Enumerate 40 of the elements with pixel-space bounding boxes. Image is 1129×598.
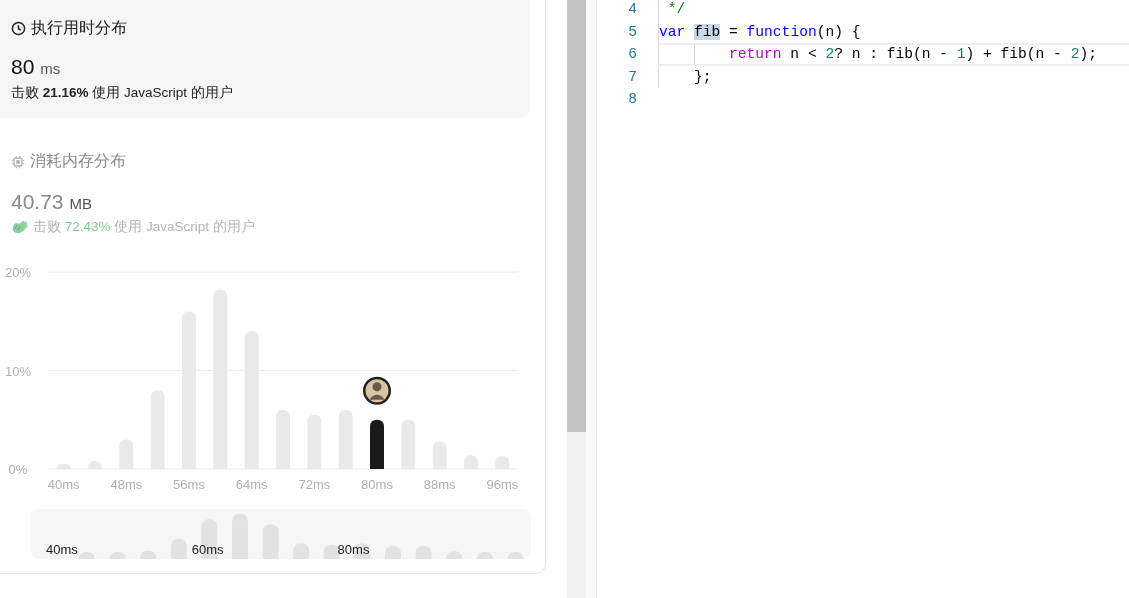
code-line: return n < 2? n : fib(n - 1) + fib(n - 2); bbox=[728, 46, 1097, 63]
line-number: 4 bbox=[627, 1, 637, 18]
navigator-label: 60ms bbox=[191, 542, 224, 557]
memory-value: 40.73 bbox=[11, 190, 64, 214]
range-navigator[interactable]: 40ms 60ms 80ms bbox=[31, 509, 531, 559]
y-axis-label: 20% bbox=[5, 265, 31, 280]
x-axis-label: 64ms bbox=[235, 477, 268, 492]
clapping-hand-icon bbox=[11, 219, 29, 235]
code-editor[interactable]: 4 */ 5 var fib = function(n) { 6 return n < 2? n : fib(n - 1) + fib(n - 2); 7 }; 8 bbox=[597, 0, 1129, 598]
x-axis-label: 48ms bbox=[110, 477, 143, 492]
code-line: }; bbox=[693, 68, 712, 85]
x-axis-label: 40ms bbox=[47, 477, 80, 492]
code-line: */ bbox=[666, 1, 686, 18]
runtime-title: 执行用时分布 bbox=[31, 18, 127, 38]
y-axis-label: 10% bbox=[5, 363, 31, 379]
splitter-handle[interactable] bbox=[586, 0, 597, 598]
scrollbar-thumb[interactable] bbox=[567, 0, 586, 432]
line-number: 7 bbox=[627, 68, 637, 85]
code-line: var fib = function(n) { bbox=[659, 23, 861, 40]
bar[interactable] bbox=[370, 419, 384, 469]
line-number: 8 bbox=[627, 91, 637, 108]
x-axis-label: 80ms bbox=[361, 477, 393, 492]
memory-title: 消耗内存分布 bbox=[30, 151, 126, 171]
runtime-unit: ms bbox=[40, 60, 61, 77]
clock-icon bbox=[11, 21, 26, 36]
x-axis-label: 96ms bbox=[486, 477, 519, 492]
chip-icon bbox=[11, 154, 25, 169]
runtime-beats-text: 击败 21.16% 使用 JavaScript 的用户 bbox=[11, 84, 234, 102]
memory-unit: MB bbox=[69, 195, 93, 212]
x-axis-label: 72ms bbox=[298, 477, 331, 492]
x-axis-label: 56ms bbox=[173, 477, 205, 492]
navigator-label: 40ms bbox=[46, 542, 78, 557]
line-number: 5 bbox=[627, 23, 637, 40]
x-axis-label: 88ms bbox=[423, 477, 456, 492]
navigator-label: 80ms bbox=[337, 542, 370, 557]
y-axis-label: 0% bbox=[8, 462, 28, 477]
runtime-value: 80 bbox=[11, 55, 35, 79]
avatar-icon bbox=[363, 376, 391, 405]
line-number: 6 bbox=[627, 46, 637, 63]
memory-beats-text: 击败 72.43% 使用 JavaScript 的用户 bbox=[33, 218, 255, 236]
